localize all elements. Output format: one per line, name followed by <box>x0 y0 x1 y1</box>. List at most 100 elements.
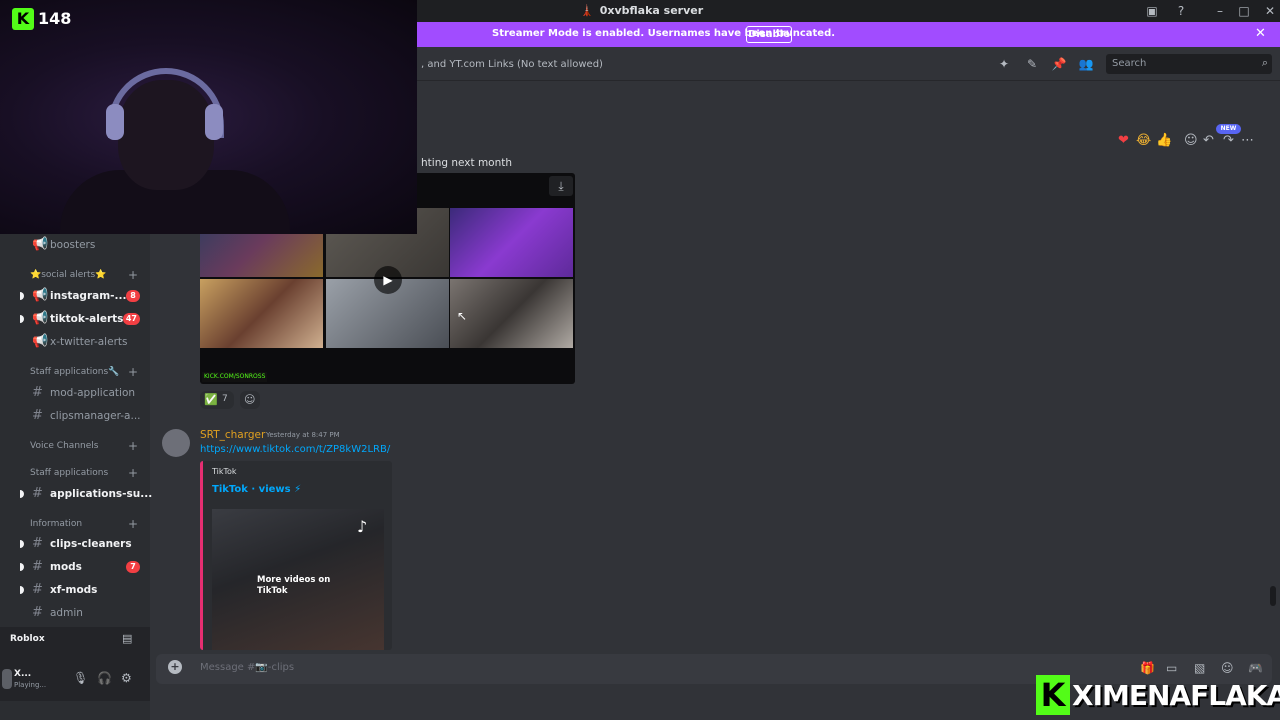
pin-icon[interactable]: 📌 <box>1051 56 1067 72</box>
mention-badge: 7 <box>126 561 140 573</box>
minimize-icon[interactable]: – <box>1212 3 1228 19</box>
tower-icon: 🗼 <box>580 4 594 17</box>
microphone-icon[interactable]: 🎙 <box>73 671 88 685</box>
channel-name: x-twitter-alerts <box>50 336 128 348</box>
laugh-icon[interactable]: 😂 <box>1136 133 1151 148</box>
avatar[interactable] <box>2 669 12 689</box>
channel-name: clipsmanager-a... <box>50 410 141 422</box>
video-tile <box>200 279 323 348</box>
viewer-count: K 148 <box>12 8 71 30</box>
reply-icon[interactable]: ↶ <box>1203 133 1214 148</box>
forward-icon[interactable]: ↷ <box>1223 133 1234 148</box>
add-reaction-icon: ☺ <box>244 393 256 406</box>
embed-provider: TikTok <box>212 467 237 476</box>
category-staff-applications[interactable]: Staff applications🔧 + <box>0 365 150 381</box>
announcement-icon: 📢 <box>32 237 49 252</box>
member-list-icon[interactable]: 👥 <box>1078 56 1094 72</box>
announcement-icon: 📢 <box>32 334 49 349</box>
category-name: Information <box>30 519 83 529</box>
heart-icon[interactable]: ❤ <box>1118 133 1129 148</box>
headphones-icon[interactable]: 🎧 <box>97 671 112 685</box>
avatar[interactable] <box>162 429 190 457</box>
channel-mods[interactable]: # mods 7 <box>0 557 150 577</box>
mention-badge: 47 <box>122 313 140 325</box>
announcement-icon: 📢 <box>32 288 49 303</box>
channel-boosters[interactable]: 📢 boosters <box>0 235 150 255</box>
category-information[interactable]: Information + <box>0 517 150 533</box>
emoji-icon[interactable]: ☺ <box>1221 661 1234 675</box>
video-tile <box>450 279 573 348</box>
embed-thumbnail[interactable]: More videos on TikTok ♪ <box>212 509 384 650</box>
category-staff-applications-2[interactable]: Staff applications + <box>0 466 150 482</box>
reaction-check[interactable]: ✅ 7 <box>200 391 234 409</box>
channel-mod-application[interactable]: # mod-application <box>0 383 150 403</box>
screen-share-icon[interactable]: ▣ <box>1144 3 1160 19</box>
channel-clipsmanager[interactable]: # clipsmanager-a... <box>0 406 150 426</box>
disable-streamer-mode-button[interactable]: Disable <box>746 26 792 43</box>
hash-icon: # <box>32 582 43 597</box>
kick-watermark: KICK.COM/SONROSS <box>202 372 268 382</box>
channel-x-twitter-alerts[interactable]: 📢 x-twitter-alerts <box>0 332 150 352</box>
add-attachment-icon[interactable]: + <box>168 660 182 674</box>
apps-icon[interactable]: 🎮 <box>1248 661 1263 675</box>
channel-tiktok-alerts[interactable]: 📢 tiktok-alerts 47 <box>0 309 150 329</box>
kick-logo-icon: K <box>1036 675 1070 715</box>
embed-more-videos: More videos on TikTok <box>257 575 331 596</box>
add-channel-icon[interactable]: + <box>128 365 138 379</box>
help-icon[interactable]: ? <box>1173 3 1189 19</box>
channel-name: mod-application <box>50 387 136 399</box>
tiktok-icon: ♪ <box>357 517 368 536</box>
add-channel-icon[interactable]: + <box>128 439 138 453</box>
maximize-icon[interactable]: □ <box>1236 3 1252 19</box>
category-name: ⭐social alerts⭐ <box>30 270 107 280</box>
channel-xf-mods[interactable]: # xf-mods <box>0 580 150 600</box>
threads-icon[interactable]: ✦ <box>996 56 1012 72</box>
message-author[interactable]: SRT_charger <box>200 429 265 441</box>
user-panel: X... Playing... 🎙 🎧 ⚙ <box>0 653 150 701</box>
user-status: Playing... <box>14 681 47 689</box>
link-embed: TikTok TikTok · views ⚡ More videos on T… <box>200 461 392 650</box>
thumbs-up-icon[interactable]: 👍 <box>1156 133 1172 148</box>
username: X... <box>14 669 32 679</box>
close-window-icon[interactable]: ✕ <box>1262 3 1278 19</box>
channel-clips-cleaners[interactable]: # clips-cleaners <box>0 534 150 554</box>
add-channel-icon[interactable]: + <box>128 517 138 531</box>
embed-title[interactable]: TikTok · views ⚡ <box>212 484 301 495</box>
gif-icon[interactable]: ▭ <box>1166 661 1177 675</box>
unread-indicator <box>20 292 24 300</box>
brand-text: XIMENAFLAKA <box>1072 679 1280 712</box>
download-icon[interactable]: ⤓ <box>549 176 573 196</box>
video-tile <box>450 208 573 277</box>
game-activity-icon[interactable]: ▤ <box>122 632 132 645</box>
message-text: hting next month <box>421 157 513 169</box>
notification-mute-icon[interactable]: ✎ <box>1024 56 1040 72</box>
discord-app: 🗼 0xvbflaka server ▣ ? – □ ✕ Streamer Mod… <box>0 0 1280 720</box>
channel-instagram[interactable]: 📢 instagram-... 8 <box>0 286 150 306</box>
window-title-text: 0xvbflaka server <box>599 4 704 17</box>
announcement-icon: 📢 <box>32 311 49 326</box>
add-reaction-icon[interactable]: ☺ <box>1184 133 1198 148</box>
activity-name: Roblox <box>10 634 45 644</box>
add-reaction-pill[interactable]: ☺ <box>240 391 260 409</box>
sticker-icon[interactable]: ▧ <box>1194 661 1205 675</box>
play-icon[interactable]: ▶ <box>374 266 402 294</box>
scrollbar[interactable] <box>1270 586 1276 606</box>
message-link[interactable]: https://www.tiktok.com/t/ZP8kW2LRB/ <box>200 444 390 455</box>
hash-icon: # <box>32 536 43 551</box>
message-timestamp: Yesterday at 8:47 PM <box>266 431 340 439</box>
more-options-icon[interactable]: ⋯ <box>1241 133 1254 148</box>
category-voice-channels[interactable]: Voice Channels + <box>0 439 150 455</box>
channel-applications-su[interactable]: # applications-su... <box>0 484 152 504</box>
gear-icon[interactable]: ⚙ <box>121 671 132 685</box>
message-input[interactable]: Message #📷-clips <box>200 662 294 673</box>
add-channel-icon[interactable]: + <box>128 268 138 282</box>
add-channel-icon[interactable]: + <box>128 466 138 480</box>
close-icon[interactable]: ✕ <box>1255 26 1266 41</box>
search-input[interactable]: Search ⌕ <box>1106 54 1272 74</box>
gift-icon[interactable]: 🎁 <box>1140 661 1155 675</box>
message-actions: ❤ 😂 👍 ☺ ↶ ↷ ⋯ <box>1116 131 1258 151</box>
category-social-alerts[interactable]: ⭐social alerts⭐ + <box>0 268 150 284</box>
search-placeholder: Search <box>1112 58 1147 69</box>
channel-admin[interactable]: # admin <box>0 603 150 623</box>
category-name: Staff applications🔧 <box>30 367 120 377</box>
